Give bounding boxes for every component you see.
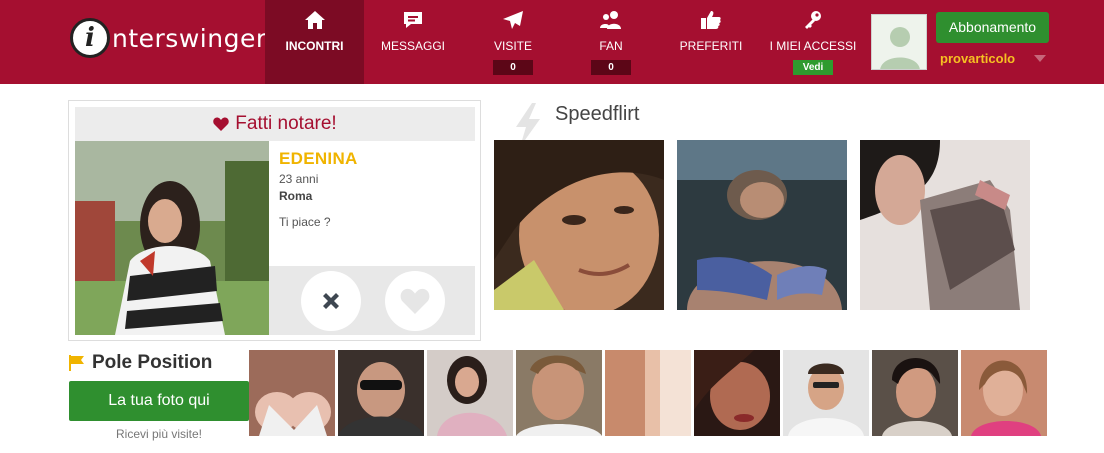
paper-plane-icon <box>502 9 524 31</box>
nav-label: I MIEI ACCESSI <box>769 39 857 53</box>
avatar-placeholder-icon <box>872 15 926 69</box>
fan-count-badge: 0 <box>591 60 631 75</box>
pole-thumbnail[interactable] <box>338 350 424 436</box>
pole-thumbnail-image <box>249 350 335 436</box>
vedi-badge[interactable]: Vedi <box>793 60 833 75</box>
nav-fan[interactable]: FAN 0 <box>568 0 654 84</box>
pole-thumbnail[interactable] <box>249 350 335 436</box>
speedflirt-photo[interactable] <box>494 140 664 310</box>
nav-incontri[interactable]: INCONTRI <box>265 0 364 84</box>
profile-age: 23 anni <box>279 172 319 186</box>
nav-preferiti[interactable]: PREFERITI <box>666 0 756 84</box>
pole-thumbnail[interactable] <box>516 350 602 436</box>
pole-thumbnail[interactable] <box>783 350 869 436</box>
pole-thumbnail-image <box>872 350 958 436</box>
pole-thumbnail-image <box>338 350 424 436</box>
chat-icon <box>402 9 424 31</box>
top-navbar: i nterswinger INCONTRI MESSAGGI VISITE 0… <box>0 0 1104 84</box>
pole-subtext: Ricevi più visite! <box>115 427 203 441</box>
nav-visite[interactable]: VISITE 0 <box>470 0 556 84</box>
pole-thumbnail-image <box>516 350 602 436</box>
pole-thumbnail[interactable] <box>605 350 691 436</box>
nav-messaggi[interactable]: MESSAGGI <box>370 0 456 84</box>
pole-thumbnail[interactable] <box>427 350 513 436</box>
logo-letter: i <box>85 23 95 53</box>
profile-photo-image <box>75 141 269 335</box>
nav-label: INCONTRI <box>285 39 344 53</box>
heart-icon <box>400 288 430 314</box>
subscription-button[interactable]: Abbonamento <box>936 12 1049 43</box>
users-icon <box>599 9 623 31</box>
speedflirt-photo[interactable] <box>860 140 1030 310</box>
thumbs-up-icon <box>700 9 722 31</box>
nav-label: FAN <box>599 39 623 53</box>
user-avatar[interactable] <box>871 14 927 70</box>
nav-label: VISITE <box>493 39 532 53</box>
upload-photo-button[interactable]: La tua foto qui <box>69 381 249 421</box>
caret-down-icon[interactable] <box>1034 55 1046 62</box>
pole-thumbnail-image <box>694 350 780 436</box>
home-icon <box>304 9 326 31</box>
speedflirt-photo[interactable] <box>677 140 847 310</box>
close-icon <box>323 293 339 309</box>
like-button[interactable] <box>385 271 445 331</box>
dislike-button[interactable] <box>301 271 361 331</box>
logo-badge: i <box>70 18 110 58</box>
profile-city: Roma <box>279 189 313 203</box>
fatti-notare-header: Fatti notare! <box>75 107 475 141</box>
pole-thumbnail-image <box>783 350 869 436</box>
profile-name[interactable]: EDENINA <box>279 149 469 169</box>
pole-position-heading: Pole Position <box>68 352 212 374</box>
speedflirt-photo-image <box>860 140 1030 310</box>
pole-thumbnail-image <box>427 350 513 436</box>
nav-label: PREFERITI <box>679 39 743 53</box>
profile-question: Ti piace ? <box>279 215 331 229</box>
heart-icon <box>213 117 230 131</box>
username-menu[interactable]: provarticolo <box>940 51 1015 66</box>
nav-miei-accessi[interactable]: I MIEI ACCESSI Vedi <box>766 0 860 84</box>
nav-label: MESSAGGI <box>380 39 445 53</box>
speedflirt-photo-image <box>677 140 847 310</box>
vote-actions <box>269 266 475 335</box>
fatti-notare-title: Fatti notare! <box>235 113 337 134</box>
pole-thumbnail[interactable] <box>694 350 780 436</box>
logo-text: nterswinger <box>112 23 267 53</box>
profile-info: EDENINA 23 anni Roma Ti piace ? <box>279 149 469 229</box>
pole-position-title: Pole Position <box>92 352 213 373</box>
speedflirt-photo-image <box>494 140 664 310</box>
profile-photo[interactable] <box>75 141 269 335</box>
fatti-notare-card: Fatti notare! EDENINA 23 anni Roma Ti pi… <box>68 100 481 341</box>
site-logo[interactable]: i nterswinger <box>70 16 267 60</box>
pole-thumbnail[interactable] <box>872 350 958 436</box>
pole-thumbnail-image <box>605 350 691 436</box>
pole-thumbnail[interactable] <box>961 350 1047 436</box>
speedflirt-title: Speedflirt <box>555 103 640 125</box>
key-icon <box>802 9 824 31</box>
flag-icon <box>69 355 84 371</box>
visite-count-badge: 0 <box>493 60 533 75</box>
pole-thumbnail-image <box>961 350 1047 436</box>
